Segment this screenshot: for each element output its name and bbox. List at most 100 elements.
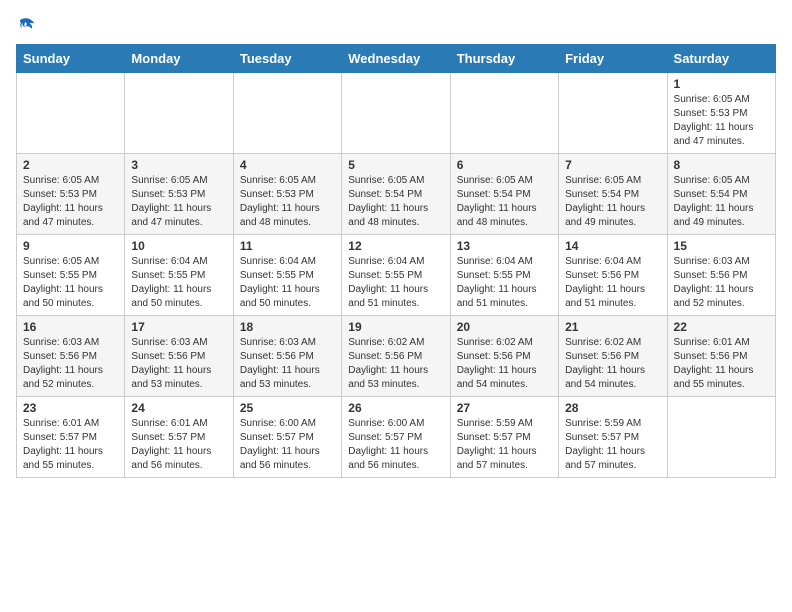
calendar-week-row: 2 Sunrise: 6:05 AM Sunset: 5:53 PM Daylig… bbox=[17, 154, 776, 235]
day-number: 21 bbox=[565, 320, 660, 334]
day-number: 23 bbox=[23, 401, 118, 415]
logo-bird-icon bbox=[18, 16, 36, 34]
day-info: Sunrise: 6:05 AM Sunset: 5:55 PM Dayligh… bbox=[23, 255, 118, 311]
day-number: 24 bbox=[131, 401, 226, 415]
calendar-cell: 26 Sunrise: 6:00 AM Sunset: 5:57 PM Dayli… bbox=[342, 397, 450, 478]
day-number: 16 bbox=[23, 320, 118, 334]
day-number: 19 bbox=[348, 320, 443, 334]
calendar-cell: 25 Sunrise: 6:00 AM Sunset: 5:57 PM Dayli… bbox=[233, 397, 341, 478]
day-info: Sunrise: 6:03 AM Sunset: 5:56 PM Dayligh… bbox=[674, 255, 769, 311]
calendar-body: 1 Sunrise: 6:05 AM Sunset: 5:53 PM Daylig… bbox=[17, 73, 776, 478]
day-info: Sunrise: 6:04 AM Sunset: 5:55 PM Dayligh… bbox=[131, 255, 226, 311]
day-number: 6 bbox=[457, 158, 552, 172]
day-of-week-header: Saturday bbox=[667, 45, 775, 73]
day-info: Sunrise: 6:05 AM Sunset: 5:53 PM Dayligh… bbox=[23, 174, 118, 230]
calendar-cell: 5 Sunrise: 6:05 AM Sunset: 5:54 PM Daylig… bbox=[342, 154, 450, 235]
calendar-cell: 17 Sunrise: 6:03 AM Sunset: 5:56 PM Dayli… bbox=[125, 316, 233, 397]
calendar-cell: 21 Sunrise: 6:02 AM Sunset: 5:56 PM Dayli… bbox=[559, 316, 667, 397]
day-number: 3 bbox=[131, 158, 226, 172]
day-of-week-header: Friday bbox=[559, 45, 667, 73]
day-info: Sunrise: 6:01 AM Sunset: 5:57 PM Dayligh… bbox=[131, 417, 226, 473]
day-info: Sunrise: 6:05 AM Sunset: 5:54 PM Dayligh… bbox=[674, 174, 769, 230]
calendar-header: SundayMondayTuesdayWednesdayThursdayFrid… bbox=[17, 45, 776, 73]
calendar-cell: 18 Sunrise: 6:03 AM Sunset: 5:56 PM Dayli… bbox=[233, 316, 341, 397]
calendar-cell: 4 Sunrise: 6:05 AM Sunset: 5:53 PM Daylig… bbox=[233, 154, 341, 235]
calendar-cell bbox=[17, 73, 125, 154]
day-number: 13 bbox=[457, 239, 552, 253]
calendar-cell: 27 Sunrise: 5:59 AM Sunset: 5:57 PM Dayli… bbox=[450, 397, 558, 478]
day-of-week-header: Thursday bbox=[450, 45, 558, 73]
day-info: Sunrise: 6:05 AM Sunset: 5:54 PM Dayligh… bbox=[565, 174, 660, 230]
day-number: 2 bbox=[23, 158, 118, 172]
calendar-cell: 7 Sunrise: 6:05 AM Sunset: 5:54 PM Daylig… bbox=[559, 154, 667, 235]
day-info: Sunrise: 6:05 AM Sunset: 5:53 PM Dayligh… bbox=[131, 174, 226, 230]
calendar-cell bbox=[125, 73, 233, 154]
day-info: Sunrise: 6:04 AM Sunset: 5:55 PM Dayligh… bbox=[240, 255, 335, 311]
day-of-week-header: Monday bbox=[125, 45, 233, 73]
day-number: 14 bbox=[565, 239, 660, 253]
day-number: 10 bbox=[131, 239, 226, 253]
day-info: Sunrise: 6:04 AM Sunset: 5:55 PM Dayligh… bbox=[457, 255, 552, 311]
day-info: Sunrise: 6:03 AM Sunset: 5:56 PM Dayligh… bbox=[131, 336, 226, 392]
calendar-cell: 19Sunrise: 6:02 AM Sunset: 5:56 PM Dayli… bbox=[342, 316, 450, 397]
calendar-cell: 24 Sunrise: 6:01 AM Sunset: 5:57 PM Dayli… bbox=[125, 397, 233, 478]
day-number: 25 bbox=[240, 401, 335, 415]
day-number: 17 bbox=[131, 320, 226, 334]
calendar-cell: 22Sunrise: 6:01 AM Sunset: 5:56 PM Dayli… bbox=[667, 316, 775, 397]
calendar-week-row: 1 Sunrise: 6:05 AM Sunset: 5:53 PM Daylig… bbox=[17, 73, 776, 154]
calendar-cell bbox=[667, 397, 775, 478]
calendar-cell: 13 Sunrise: 6:04 AM Sunset: 5:55 PM Dayli… bbox=[450, 235, 558, 316]
calendar-cell: 8 Sunrise: 6:05 AM Sunset: 5:54 PM Daylig… bbox=[667, 154, 775, 235]
day-number: 11 bbox=[240, 239, 335, 253]
day-info: Sunrise: 6:04 AM Sunset: 5:55 PM Dayligh… bbox=[348, 255, 443, 311]
day-info: Sunrise: 6:02 AM Sunset: 5:56 PM Dayligh… bbox=[565, 336, 660, 392]
day-of-week-header: Tuesday bbox=[233, 45, 341, 73]
calendar-cell: 23 Sunrise: 6:01 AM Sunset: 5:57 PM Dayli… bbox=[17, 397, 125, 478]
calendar-week-row: 23 Sunrise: 6:01 AM Sunset: 5:57 PM Dayli… bbox=[17, 397, 776, 478]
calendar-cell: 14Sunrise: 6:04 AM Sunset: 5:56 PM Dayli… bbox=[559, 235, 667, 316]
day-info: Sunrise: 6:05 AM Sunset: 5:54 PM Dayligh… bbox=[457, 174, 552, 230]
day-number: 7 bbox=[565, 158, 660, 172]
day-of-week-header: Sunday bbox=[17, 45, 125, 73]
calendar-cell: 3 Sunrise: 6:05 AM Sunset: 5:53 PM Daylig… bbox=[125, 154, 233, 235]
calendar-cell: 16 Sunrise: 6:03 AM Sunset: 5:56 PM Dayli… bbox=[17, 316, 125, 397]
day-info: Sunrise: 6:00 AM Sunset: 5:57 PM Dayligh… bbox=[348, 417, 443, 473]
calendar-week-row: 9Sunrise: 6:05 AM Sunset: 5:55 PM Daylig… bbox=[17, 235, 776, 316]
calendar-cell: 15Sunrise: 6:03 AM Sunset: 5:56 PM Dayli… bbox=[667, 235, 775, 316]
day-info: Sunrise: 6:01 AM Sunset: 5:56 PM Dayligh… bbox=[674, 336, 769, 392]
calendar-cell bbox=[450, 73, 558, 154]
day-info: Sunrise: 6:05 AM Sunset: 5:53 PM Dayligh… bbox=[240, 174, 335, 230]
days-of-week-row: SundayMondayTuesdayWednesdayThursdayFrid… bbox=[17, 45, 776, 73]
logo bbox=[16, 16, 36, 34]
day-number: 26 bbox=[348, 401, 443, 415]
calendar-cell: 2 Sunrise: 6:05 AM Sunset: 5:53 PM Daylig… bbox=[17, 154, 125, 235]
calendar-cell bbox=[559, 73, 667, 154]
day-number: 28 bbox=[565, 401, 660, 415]
day-of-week-header: Wednesday bbox=[342, 45, 450, 73]
day-info: Sunrise: 5:59 AM Sunset: 5:57 PM Dayligh… bbox=[565, 417, 660, 473]
day-info: Sunrise: 6:03 AM Sunset: 5:56 PM Dayligh… bbox=[23, 336, 118, 392]
calendar-cell bbox=[233, 73, 341, 154]
day-number: 18 bbox=[240, 320, 335, 334]
day-number: 27 bbox=[457, 401, 552, 415]
day-number: 5 bbox=[348, 158, 443, 172]
calendar-cell: 11 Sunrise: 6:04 AM Sunset: 5:55 PM Dayli… bbox=[233, 235, 341, 316]
calendar-cell: 9Sunrise: 6:05 AM Sunset: 5:55 PM Daylig… bbox=[17, 235, 125, 316]
day-number: 4 bbox=[240, 158, 335, 172]
page-header bbox=[16, 16, 776, 34]
calendar-cell: 6 Sunrise: 6:05 AM Sunset: 5:54 PM Daylig… bbox=[450, 154, 558, 235]
day-info: Sunrise: 6:03 AM Sunset: 5:56 PM Dayligh… bbox=[240, 336, 335, 392]
day-info: Sunrise: 5:59 AM Sunset: 5:57 PM Dayligh… bbox=[457, 417, 552, 473]
day-info: Sunrise: 6:01 AM Sunset: 5:57 PM Dayligh… bbox=[23, 417, 118, 473]
day-number: 1 bbox=[674, 77, 769, 91]
calendar-cell: 20Sunrise: 6:02 AM Sunset: 5:56 PM Dayli… bbox=[450, 316, 558, 397]
day-info: Sunrise: 6:05 AM Sunset: 5:54 PM Dayligh… bbox=[348, 174, 443, 230]
calendar-cell: 12Sunrise: 6:04 AM Sunset: 5:55 PM Dayli… bbox=[342, 235, 450, 316]
calendar-cell bbox=[342, 73, 450, 154]
day-info: Sunrise: 6:05 AM Sunset: 5:53 PM Dayligh… bbox=[674, 93, 769, 149]
calendar-week-row: 16 Sunrise: 6:03 AM Sunset: 5:56 PM Dayli… bbox=[17, 316, 776, 397]
day-number: 8 bbox=[674, 158, 769, 172]
day-info: Sunrise: 6:02 AM Sunset: 5:56 PM Dayligh… bbox=[457, 336, 552, 392]
day-info: Sunrise: 6:00 AM Sunset: 5:57 PM Dayligh… bbox=[240, 417, 335, 473]
calendar-cell: 10 Sunrise: 6:04 AM Sunset: 5:55 PM Dayli… bbox=[125, 235, 233, 316]
